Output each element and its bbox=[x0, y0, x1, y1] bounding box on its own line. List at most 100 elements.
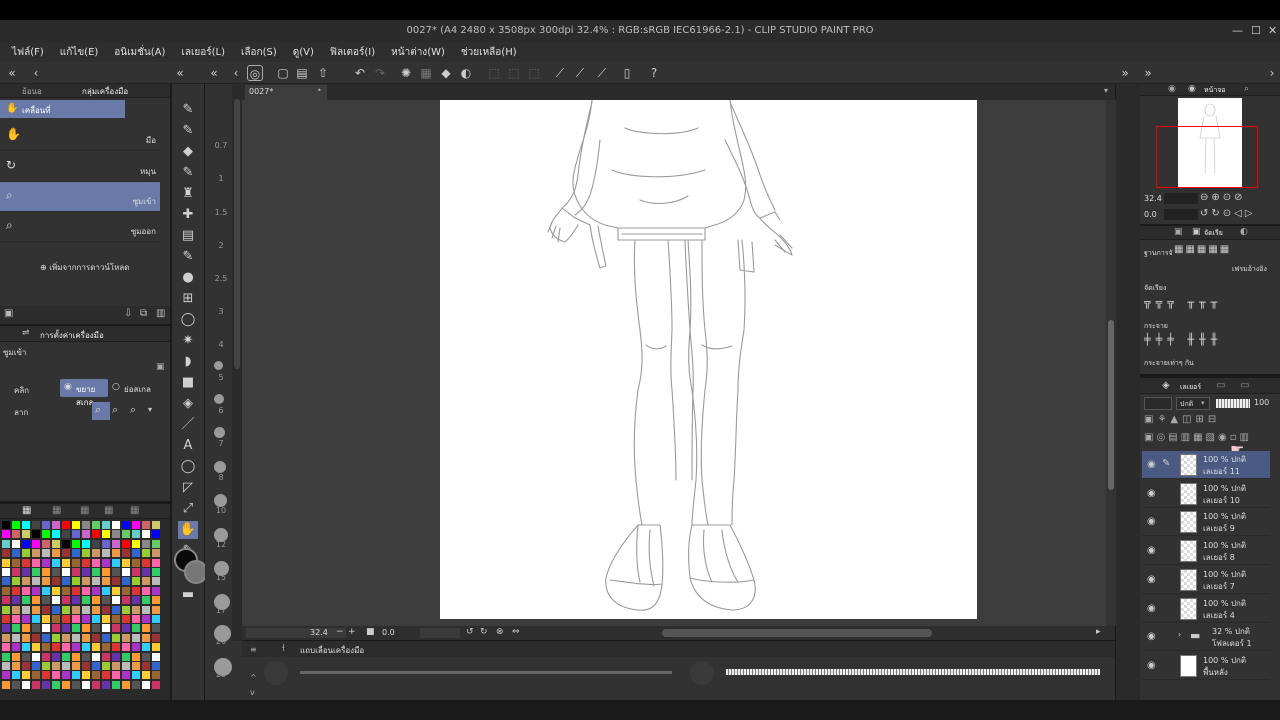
color-swatch[interactable] bbox=[152, 530, 160, 539]
color-swatch[interactable] bbox=[152, 605, 160, 614]
color-swatch[interactable] bbox=[22, 615, 30, 623]
fill-bucket-icon[interactable]: ◗ bbox=[178, 353, 198, 371]
color-swatch[interactable] bbox=[22, 643, 30, 652]
color-swatch[interactable] bbox=[32, 680, 40, 689]
layer-search-icon[interactable]: ▭ bbox=[1216, 380, 1225, 391]
zoom-ruler-dot[interactable] bbox=[214, 394, 224, 404]
align-base-options[interactable]: ▦▦▦▦▦ bbox=[1174, 244, 1274, 258]
zoom-ruler-dot[interactable] bbox=[214, 494, 227, 507]
align-buttons[interactable]: ╦╦╦ ╥╥╥ bbox=[1144, 296, 1274, 312]
drag-zoom-button[interactable]: ⌕ bbox=[92, 402, 110, 420]
menu-edit[interactable]: แก้ไข(E) bbox=[60, 45, 99, 60]
color-swatch[interactable] bbox=[32, 530, 40, 539]
color-swatch[interactable] bbox=[12, 577, 20, 586]
distribute-buttons[interactable]: ╪╪╪ ╫╫╫ bbox=[1144, 333, 1274, 349]
lasso-icon[interactable]: ◯ bbox=[178, 311, 198, 329]
document-icon[interactable]: ▯ bbox=[619, 65, 635, 81]
color-swatch[interactable] bbox=[32, 624, 40, 633]
color-swatch[interactable] bbox=[42, 558, 50, 567]
color-swatch[interactable] bbox=[42, 633, 50, 642]
color-swatch[interactable] bbox=[62, 596, 70, 605]
download-icon[interactable]: ⇩ bbox=[124, 308, 132, 319]
color-swatch[interactable] bbox=[52, 539, 60, 548]
color-swatch[interactable] bbox=[142, 539, 150, 548]
zoom-in-icon[interactable]: + bbox=[348, 627, 356, 637]
color-swatch[interactable] bbox=[12, 680, 20, 689]
snap-special-icon[interactable]: ⟋ bbox=[572, 65, 588, 81]
subtool-hand[interactable]: ✋ มือ bbox=[0, 121, 160, 151]
color-swatch[interactable] bbox=[12, 558, 20, 567]
color-swatch[interactable] bbox=[12, 624, 20, 633]
color-swatch[interactable] bbox=[152, 577, 160, 586]
trash-icon[interactable]: ▥ bbox=[156, 308, 165, 319]
3d-icon[interactable]: ◈ bbox=[178, 395, 198, 413]
collapse-right-icon[interactable]: › bbox=[1264, 65, 1280, 81]
color-swatch[interactable] bbox=[2, 577, 10, 586]
invert-icon[interactable]: ⬚ bbox=[506, 65, 522, 81]
color-swatch[interactable] bbox=[42, 615, 50, 623]
chevron-down-icon[interactable]: ▾ bbox=[1104, 86, 1108, 95]
color-swatch[interactable] bbox=[132, 530, 140, 539]
align-base-value[interactable]: เฟรมอ้างอิง bbox=[1232, 264, 1267, 275]
color-swatch[interactable] bbox=[52, 577, 60, 586]
color-swatch[interactable] bbox=[22, 652, 30, 661]
color-swatch[interactable] bbox=[12, 605, 20, 614]
zoom-slider[interactable] bbox=[246, 628, 346, 638]
color-swatch[interactable] bbox=[102, 530, 110, 539]
color-swatch[interactable] bbox=[122, 539, 130, 548]
navigator-zoom-slider[interactable] bbox=[1164, 193, 1198, 204]
color-swatch[interactable] bbox=[32, 539, 40, 548]
color-swatch[interactable] bbox=[2, 662, 10, 670]
correct-line-icon[interactable]: ⤢ bbox=[178, 500, 198, 518]
chevron-right-icon[interactable]: › bbox=[1178, 630, 1181, 639]
color-swatch[interactable] bbox=[152, 680, 160, 689]
color-swatch[interactable] bbox=[132, 586, 140, 595]
color-swatch[interactable] bbox=[142, 558, 150, 567]
color-swatch[interactable] bbox=[62, 680, 70, 689]
color-swatch[interactable] bbox=[52, 521, 60, 529]
color-swatch[interactable] bbox=[142, 521, 150, 529]
color-swatch[interactable] bbox=[102, 671, 110, 680]
color-swatch[interactable] bbox=[42, 680, 50, 689]
collapse-left-icon[interactable]: « bbox=[206, 65, 222, 81]
color-swatch[interactable] bbox=[92, 568, 100, 576]
color-swatch[interactable] bbox=[12, 671, 20, 680]
color-swatch[interactable] bbox=[62, 605, 70, 614]
info-icon[interactable]: ◐ bbox=[1240, 227, 1248, 237]
color-swatch[interactable] bbox=[132, 662, 140, 670]
layer-row[interactable]: ◉ 100 % ปกติ พื้นหลัง bbox=[1142, 652, 1270, 680]
maximize-icon[interactable]: ☐ bbox=[1251, 20, 1261, 42]
color-swatch[interactable] bbox=[42, 643, 50, 652]
zoom-out-icon[interactable]: − bbox=[336, 627, 344, 637]
navigator-icon[interactable]: ◉ bbox=[1188, 84, 1196, 94]
opacity-slider[interactable] bbox=[1216, 399, 1250, 408]
color-swatch[interactable] bbox=[152, 596, 160, 605]
color-swatch[interactable] bbox=[62, 624, 70, 633]
color-swatch[interactable] bbox=[112, 615, 120, 623]
color-swatch[interactable] bbox=[2, 605, 10, 614]
fill-icon[interactable]: ◆ bbox=[438, 65, 454, 81]
color-swatch[interactable] bbox=[72, 662, 80, 670]
color-swatch[interactable] bbox=[12, 662, 20, 670]
color-swatch[interactable] bbox=[102, 521, 110, 529]
color-swatch[interactable] bbox=[102, 577, 110, 586]
color-swatch[interactable] bbox=[62, 568, 70, 576]
color-swatch[interactable] bbox=[12, 549, 20, 558]
color-swatch[interactable] bbox=[152, 586, 160, 595]
color-swatch[interactable] bbox=[22, 680, 30, 689]
settings-icon[interactable]: ▣ bbox=[4, 308, 13, 319]
eye-icon[interactable]: ◉ bbox=[1147, 516, 1156, 527]
minimize-icon[interactable]: — bbox=[1232, 20, 1243, 42]
color-swatch[interactable] bbox=[82, 643, 90, 652]
zoom-ruler-label[interactable]: 7 bbox=[210, 439, 232, 448]
stamp-icon[interactable]: ♜ bbox=[178, 185, 198, 203]
opacity-value[interactable]: 100 bbox=[1254, 398, 1269, 407]
color-swatch[interactable] bbox=[142, 652, 150, 661]
color-swatch[interactable] bbox=[32, 605, 40, 614]
color-swatch[interactable] bbox=[2, 586, 10, 595]
color-swatch[interactable] bbox=[102, 605, 110, 614]
color-swatch[interactable] bbox=[72, 643, 80, 652]
color-swatch[interactable] bbox=[62, 586, 70, 595]
zoom-ruler-label[interactable]: 5 bbox=[210, 373, 232, 382]
zoom-ruler-dot[interactable] bbox=[214, 528, 228, 542]
